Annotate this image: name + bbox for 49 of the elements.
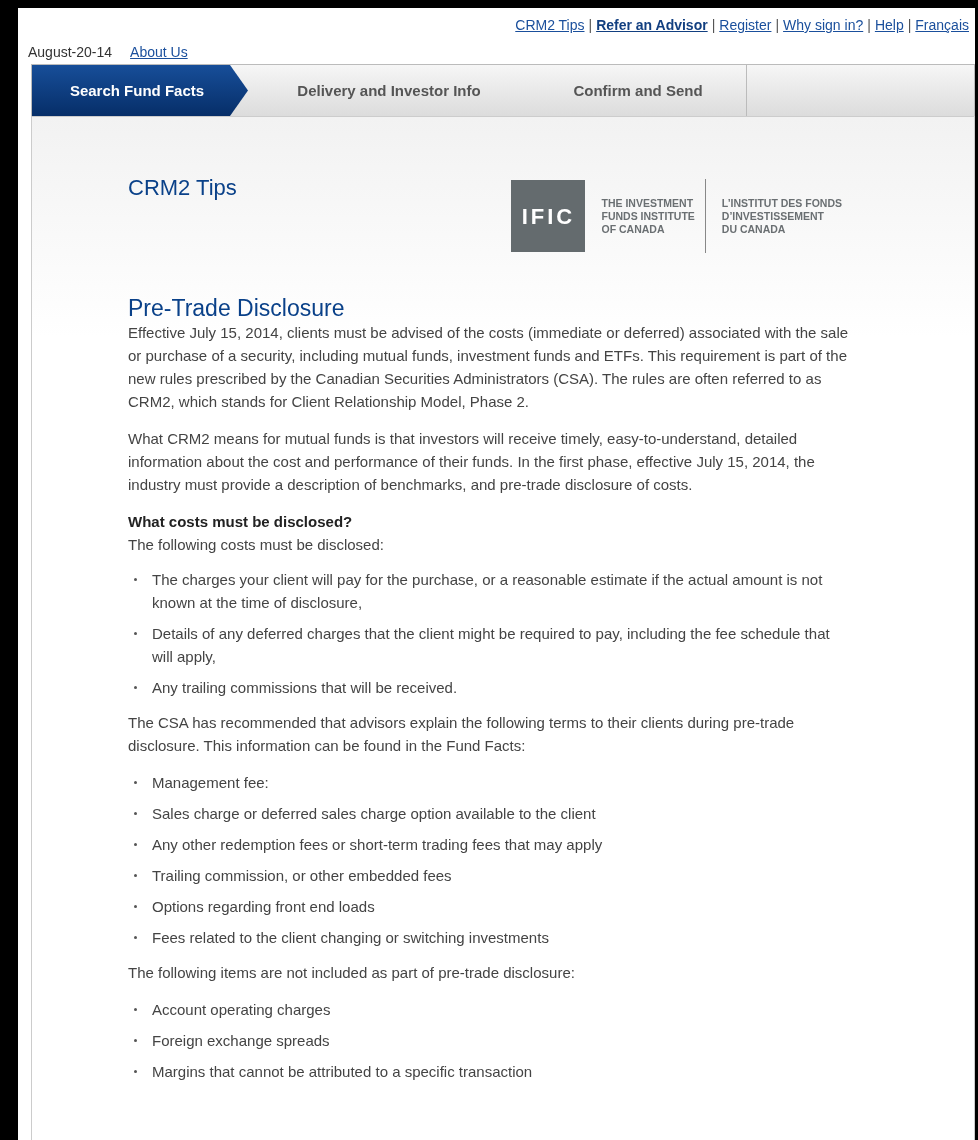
bullet-icon [134, 936, 137, 939]
paragraph: The CSA has recommended that advisors explain the following terms to their clients during pre-trade disclosure. This information can be found in the Fund Facts: [128, 713, 796, 756]
logo-mark: IFIC [511, 180, 586, 252]
logo-french-text: L’INSTITUT DES FONDS D’INVESTISSEMENT DU CANADA [720, 196, 843, 236]
bullet-icon [134, 578, 137, 581]
bullet-icon [134, 1070, 137, 1073]
header-link[interactable]: Refer an Advisor [596, 17, 708, 33]
header-link[interactable]: Français [915, 17, 969, 33]
paragraph: Effective July 15, 2014, clients must be advised of the costs (immediate or deferred) associated with the sale or purchase of a security, including mutual funds, investment funds and ETFs. This requirement is part of the new rules prescribed by the Canadian Securities Administrators (CSA). The rules are often referred to as CRM2, which stands for Client Relationship Model, Phase 2. [128, 323, 850, 412]
bullet-icon [134, 1039, 137, 1042]
bullet-icon [134, 632, 137, 635]
header-link[interactable]: Help [874, 17, 904, 33]
page-title: CRM2 Tips [128, 175, 237, 202]
bullet-icon [134, 843, 137, 846]
about-link[interactable]: About Us [130, 44, 188, 60]
list-item: Fees related to the client changing or switching investments [152, 928, 549, 948]
step-tab[interactable]: Search Fund Facts [32, 65, 248, 116]
header-link[interactable]: Register [719, 17, 772, 33]
bullet-icon [134, 812, 137, 815]
subheading: What costs must be disclosed? [128, 512, 354, 532]
paragraph: What CRM2 means for mutual funds is that investors will receive timely, easy-to-understand, detailed information about the cost and performance of their funds. In the first phase, effective July 15, 2014, the industry must provide a description of benchmarks, and pre-trade disclosure of costs. [128, 429, 816, 495]
list-item: The charges your client will pay for the purchase, or a reasonable estimate if the actual amount is not known at the time of disclosure, [152, 570, 824, 613]
paragraph: The following items are not included as part of pre-trade disclosure: [128, 963, 576, 983]
link-separator: | [588, 17, 593, 33]
link-separator: | [907, 17, 912, 33]
bullet-icon [134, 1008, 137, 1011]
bullet-icon [134, 686, 137, 689]
list-item: Details of any deferred charges that the client might be required to pay, including the fee schedule that will apply, [152, 624, 831, 667]
list-item: Trailing commission, or other embedded fees [152, 866, 452, 886]
date-text: August-20-14 [28, 44, 113, 60]
list-item: Any trailing commissions that will be received. [152, 678, 458, 698]
list-item: Account operating charges [152, 1000, 331, 1020]
bullet-icon [134, 874, 137, 877]
list-item: Margins that cannot be attributed to a specific transaction [152, 1062, 533, 1082]
bullet-icon [134, 905, 137, 908]
link-separator: | [711, 17, 716, 33]
list-item: Any other redemption fees or short-term trading fees that may apply [152, 835, 603, 855]
logo-english-text: THE INVESTMENT FUNDS INSTITUTE OF CANADA [600, 196, 696, 236]
article-heading: Pre-Trade Disclosure [128, 295, 346, 321]
header-link[interactable]: Why sign in? [783, 17, 864, 33]
paragraph: The following costs must be disclosed: [128, 535, 385, 555]
link-separator: | [775, 17, 780, 33]
header-link[interactable]: CRM2 Tips [515, 17, 585, 33]
list-item: Foreign exchange spreads [152, 1031, 330, 1051]
list-item: Options regarding front end loads [152, 897, 375, 917]
bullet-icon [134, 781, 137, 784]
list-item: Sales charge or deferred sales charge option available to the client [152, 804, 596, 824]
list-item: Management fee: [152, 773, 269, 793]
link-separator: | [867, 17, 871, 33]
